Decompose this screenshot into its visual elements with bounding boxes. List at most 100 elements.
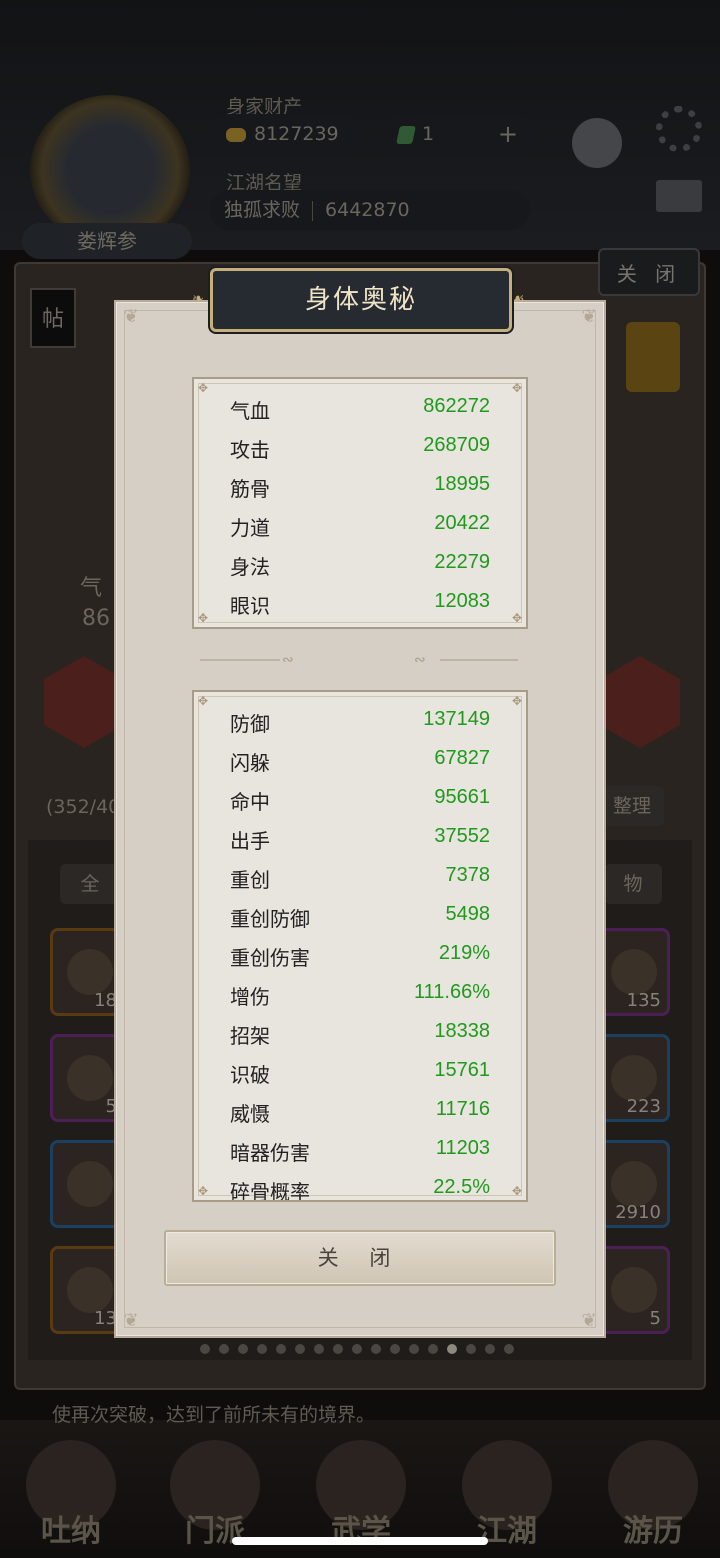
stat-row: 眼识 12083 (230, 582, 490, 621)
stat-value: 22279 (434, 551, 490, 573)
page-dot (200, 1344, 210, 1354)
stat-name: 威慑 (230, 1102, 270, 1126)
stat-value: 111.66% (414, 981, 490, 1003)
stat-row: 重创 7378 (230, 856, 490, 895)
box-corner-icon: ✥ (511, 694, 523, 708)
stat-value: 268709 (423, 434, 490, 456)
page-dot (352, 1344, 362, 1354)
nav-jianghu[interactable]: 江湖 (452, 1440, 562, 1550)
gear-icon[interactable] (656, 106, 702, 152)
filter-all-tab[interactable]: 全 (60, 864, 120, 904)
box-corner-icon: ✥ (197, 381, 209, 395)
page-dot (219, 1344, 229, 1354)
fame-pill: 独孤求败 6442870 (210, 190, 530, 230)
stat-value: 18995 (434, 473, 490, 495)
section-divider (440, 659, 518, 661)
hp-label-partial: 气 (80, 576, 103, 601)
item-count: 135 (626, 990, 661, 1011)
hp-value-partial: 86 (82, 606, 110, 631)
page-dot (238, 1344, 248, 1354)
box-corner-icon: ✥ (197, 1184, 209, 1198)
stat-row: 身法 22279 (230, 543, 490, 582)
page-dot (333, 1344, 343, 1354)
stat-name: 防御 (230, 712, 270, 736)
stat-name: 力道 (230, 516, 270, 540)
box-corner-icon: ✥ (197, 611, 209, 625)
corner-ornament-icon: ❦ (123, 1310, 139, 1331)
stat-row: 重创防御 5498 (230, 895, 490, 934)
nav-travel[interactable]: 游历 (598, 1440, 708, 1550)
stat-name: 闪躲 (230, 751, 270, 775)
stat-name: 暗器伤害 (230, 1141, 310, 1165)
stat-name: 命中 (230, 790, 270, 814)
page-dot (276, 1344, 286, 1354)
gold-amount: 8127239 (254, 123, 339, 145)
box-corner-icon: ✥ (197, 694, 209, 708)
divider-knot-icon: ∾ (414, 652, 426, 668)
stat-value: 67827 (434, 747, 490, 769)
base-stats-box: ✥ ✥ ✥ ✥ 气血 862272 攻击 268709 筋骨 18995 力道 20422 身法… (192, 377, 528, 629)
page-dot (314, 1344, 324, 1354)
add-jade-button[interactable]: + (498, 114, 518, 154)
player-name: 娄辉参 (22, 223, 192, 259)
fame-value: 6442870 (325, 199, 410, 221)
filter-items-tab[interactable]: 物 (604, 864, 662, 904)
panel-close-button[interactable]: 关 闭 (598, 248, 700, 296)
page-dot (390, 1344, 400, 1354)
modal-title-plate: 身体奥秘 (210, 268, 512, 332)
taiji-icon[interactable] (572, 118, 622, 168)
description-text: 使再次突破，达到了前所未有的境界。 (52, 1404, 376, 1426)
item-art (611, 1055, 657, 1101)
stat-name: 眼识 (230, 594, 270, 618)
item-art (611, 1267, 657, 1313)
capacity-partial: (352/40 (46, 796, 121, 818)
stat-name: 重创防御 (230, 907, 310, 931)
stat-name: 重创 (230, 868, 270, 892)
stat-name: 识破 (230, 1063, 270, 1087)
stat-value: 20422 (434, 512, 490, 534)
page-dot (257, 1344, 267, 1354)
nav-breathing[interactable]: 吐纳 (16, 1440, 126, 1550)
item-count: 2910 (615, 1202, 661, 1223)
page-dot (409, 1344, 419, 1354)
stat-value: 219% (438, 942, 490, 964)
stat-value: 22.5% (433, 1176, 490, 1198)
stat-value: 862272 (423, 395, 490, 417)
section-divider (200, 659, 280, 661)
nav-label: 游历 (623, 1514, 683, 1549)
fame-divider (312, 200, 314, 221)
stat-name: 气血 (230, 399, 270, 423)
nav-label: 吐纳 (41, 1514, 101, 1549)
corner-ornament-icon: ❦ (123, 306, 139, 327)
item-count: 223 (626, 1096, 661, 1117)
item-art (67, 1055, 113, 1101)
close-button[interactable]: 关 闭 (164, 1230, 556, 1286)
box-corner-icon: ✥ (511, 611, 523, 625)
item-art (67, 949, 113, 995)
page-dot (428, 1344, 438, 1354)
home-indicator (232, 1537, 488, 1545)
stat-row: 攻击 268709 (230, 426, 490, 465)
advanced-stats-box[interactable]: ✥ ✥ ✥ ✥ 防御 137149 闪躲 67827 命中 95661 出手 37552 重创 7… (192, 690, 528, 1202)
nav-sect[interactable]: 门派 (160, 1440, 270, 1550)
stat-name: 重创伤害 (230, 946, 310, 970)
close-button-label: 关 闭 (317, 1246, 403, 1270)
mail-icon[interactable] (656, 180, 702, 212)
stat-name: 攻击 (230, 438, 270, 462)
stat-row: 碎骨概率 22.5% (230, 1168, 490, 1202)
post-icon[interactable]: 帖 (30, 288, 76, 348)
divider-knot-icon: ∾ (282, 652, 294, 668)
corner-ornament-icon: ❦ (581, 306, 597, 327)
lantern-icon[interactable] (626, 322, 680, 392)
stat-name: 碎骨概率 (230, 1180, 310, 1202)
stat-row: 闪躲 67827 (230, 739, 490, 778)
stat-row: 重创伤害 219% (230, 934, 490, 973)
stat-row: 气血 862272 (230, 387, 490, 426)
gold-pill: 8127239 (210, 114, 360, 154)
page-dot (485, 1344, 495, 1354)
organize-button[interactable]: 整理 (600, 786, 664, 826)
stat-value: 11203 (435, 1137, 490, 1159)
nav-martial-arts[interactable]: 武学 (306, 1440, 416, 1550)
stat-name: 增伤 (230, 985, 270, 1009)
box-corner-icon: ✥ (511, 381, 523, 395)
